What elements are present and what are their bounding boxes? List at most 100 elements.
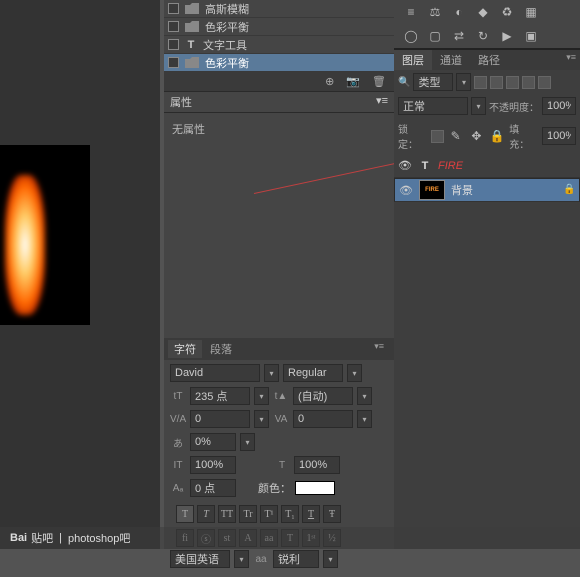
strike-button[interactable]: Ŧ bbox=[323, 505, 341, 523]
bold-button[interactable]: T bbox=[176, 505, 194, 523]
layer-row[interactable]: 👁 FIRE 背景 🔒 bbox=[394, 178, 580, 202]
history-item[interactable]: 色彩平衡 bbox=[164, 18, 394, 36]
properties-header[interactable]: 属性 ▾≡ bbox=[164, 91, 394, 113]
dropdown-icon[interactable] bbox=[471, 97, 486, 115]
layer-name[interactable]: FIRE bbox=[438, 160, 463, 172]
history-item[interactable]: 色彩平衡 bbox=[164, 54, 394, 72]
tracking-input[interactable] bbox=[293, 410, 353, 428]
size-icon: tT bbox=[170, 391, 186, 402]
tab-character[interactable]: 字符 bbox=[168, 340, 202, 358]
center-column: 高斯模糊 色彩平衡 T 文字工具 色彩平衡 ⊕ 📷 🗑 属性 ▾≡ 无属性 bbox=[164, 0, 394, 549]
fill-label: 填充： bbox=[509, 121, 539, 151]
fill-input[interactable] bbox=[542, 127, 576, 145]
square-icon[interactable]: ▢ bbox=[426, 28, 444, 44]
text-icon: T bbox=[185, 39, 197, 51]
filter-smart-icon[interactable] bbox=[538, 76, 551, 89]
font-weight-select[interactable] bbox=[283, 364, 343, 382]
align-icon[interactable]: ≡ bbox=[402, 4, 420, 20]
panel-menu-icon[interactable]: ▾≡ bbox=[562, 50, 580, 70]
dropdown-icon[interactable] bbox=[456, 73, 471, 91]
antialiasing-select[interactable] bbox=[273, 550, 319, 568]
tab-paragraph[interactable]: 段落 bbox=[204, 340, 238, 358]
checkbox-icon[interactable] bbox=[168, 21, 179, 32]
baseline-icon: Aₐ bbox=[170, 483, 186, 494]
history-label: 文字工具 bbox=[203, 37, 247, 53]
tab-paths[interactable]: 路径 bbox=[470, 50, 508, 70]
history-item[interactable]: 高斯模糊 bbox=[164, 0, 394, 18]
visibility-icon[interactable]: 👁 bbox=[398, 159, 412, 172]
font-family-select[interactable] bbox=[170, 364, 260, 382]
dropdown-icon[interactable] bbox=[240, 433, 255, 451]
kerning-input[interactable] bbox=[190, 410, 250, 428]
opacity-input[interactable] bbox=[542, 97, 576, 115]
layer-kind-select[interactable] bbox=[413, 73, 453, 91]
lock-all-icon[interactable]: 🔒 bbox=[488, 128, 506, 144]
lock-label: 锁定： bbox=[398, 121, 428, 151]
lock-move-icon[interactable]: ✥ bbox=[468, 128, 486, 144]
document-preview[interactable] bbox=[0, 145, 90, 325]
tab-channels[interactable]: 通道 bbox=[432, 50, 470, 70]
visibility-icon[interactable]: 👁 bbox=[399, 184, 413, 197]
dropdown-icon[interactable] bbox=[357, 387, 372, 405]
link-icon[interactable]: ♻ bbox=[498, 4, 516, 20]
language-select[interactable] bbox=[170, 550, 230, 568]
layer-name[interactable]: 背景 bbox=[451, 182, 473, 198]
pixel-icon[interactable]: ▣ bbox=[522, 28, 540, 44]
camera-icon[interactable]: 📷 bbox=[346, 75, 360, 88]
baseline-input[interactable] bbox=[190, 479, 236, 497]
adjust-icon[interactable]: ◐ bbox=[450, 4, 468, 20]
tab-layers[interactable]: 图层 bbox=[394, 50, 432, 70]
footer-watermark: Bai 贴吧 | photoshop吧 bbox=[0, 527, 580, 549]
dropdown-icon[interactable] bbox=[357, 410, 372, 428]
filter-image-icon[interactable] bbox=[474, 76, 487, 89]
font-size-input[interactable] bbox=[190, 387, 250, 405]
smallcaps-button[interactable]: Tr bbox=[239, 505, 257, 523]
scale-input[interactable] bbox=[190, 433, 236, 451]
filter-text-icon[interactable] bbox=[506, 76, 519, 89]
dropdown-icon[interactable] bbox=[264, 364, 279, 382]
checkbox-icon[interactable] bbox=[168, 3, 179, 14]
checkbox-icon[interactable] bbox=[168, 39, 179, 50]
properties-body: 无属性 bbox=[164, 113, 394, 338]
italic-button[interactable]: T bbox=[197, 505, 215, 523]
color-swatch[interactable] bbox=[295, 481, 335, 495]
hscale-input[interactable] bbox=[294, 456, 340, 474]
properties-tab[interactable]: 属性 bbox=[170, 94, 192, 110]
dropdown-icon[interactable] bbox=[254, 410, 269, 428]
vscale-input[interactable] bbox=[190, 456, 236, 474]
allcaps-button[interactable]: TT bbox=[218, 505, 236, 523]
leading-input[interactable] bbox=[293, 387, 353, 405]
lock-pixels-icon[interactable] bbox=[431, 130, 444, 143]
circle-icon[interactable]: ◯ bbox=[402, 28, 420, 44]
search-icon[interactable]: 🔍 bbox=[398, 77, 410, 88]
history-item[interactable]: T 文字工具 bbox=[164, 36, 394, 54]
panel-menu-icon[interactable]: ▾≡ bbox=[368, 340, 390, 358]
filter-shape-icon[interactable] bbox=[522, 76, 535, 89]
dropdown-icon[interactable] bbox=[347, 364, 362, 382]
grid-icon[interactable]: ▦ bbox=[522, 4, 540, 20]
blend-mode-select[interactable] bbox=[398, 97, 468, 115]
checkbox-icon[interactable] bbox=[168, 57, 179, 68]
layer-row[interactable]: 👁 T FIRE bbox=[394, 154, 580, 178]
subscript-button[interactable]: T₁ bbox=[281, 505, 299, 523]
panel-menu-icon[interactable]: ▾≡ bbox=[376, 94, 388, 110]
lock-brush-icon[interactable]: ✎ bbox=[447, 128, 465, 144]
repeat-icon[interactable]: ↻ bbox=[474, 28, 492, 44]
play-icon[interactable]: ▶ bbox=[498, 28, 516, 44]
underline-button[interactable]: T bbox=[302, 505, 320, 523]
blend-mode-row: 不透明度： bbox=[394, 94, 580, 118]
dropdown-icon[interactable] bbox=[323, 550, 338, 568]
dropdown-icon[interactable] bbox=[234, 550, 249, 568]
canvas-area[interactable] bbox=[0, 0, 160, 549]
mask-icon[interactable]: ◆ bbox=[474, 4, 492, 20]
layer-thumbnail[interactable]: FIRE bbox=[419, 180, 445, 200]
scale-icon[interactable]: ⚖ bbox=[426, 4, 444, 20]
superscript-button[interactable]: T¹ bbox=[260, 505, 278, 523]
history-label: 色彩平衡 bbox=[205, 19, 249, 35]
swap-icon[interactable]: ⇄ bbox=[450, 28, 468, 44]
new-snapshot-icon[interactable]: ⊕ bbox=[325, 75, 334, 88]
filter-adjust-icon[interactable] bbox=[490, 76, 503, 89]
trash-icon[interactable]: 🗑 bbox=[372, 75, 386, 88]
tieba-text: 贴吧 bbox=[31, 530, 53, 546]
dropdown-icon[interactable] bbox=[254, 387, 269, 405]
